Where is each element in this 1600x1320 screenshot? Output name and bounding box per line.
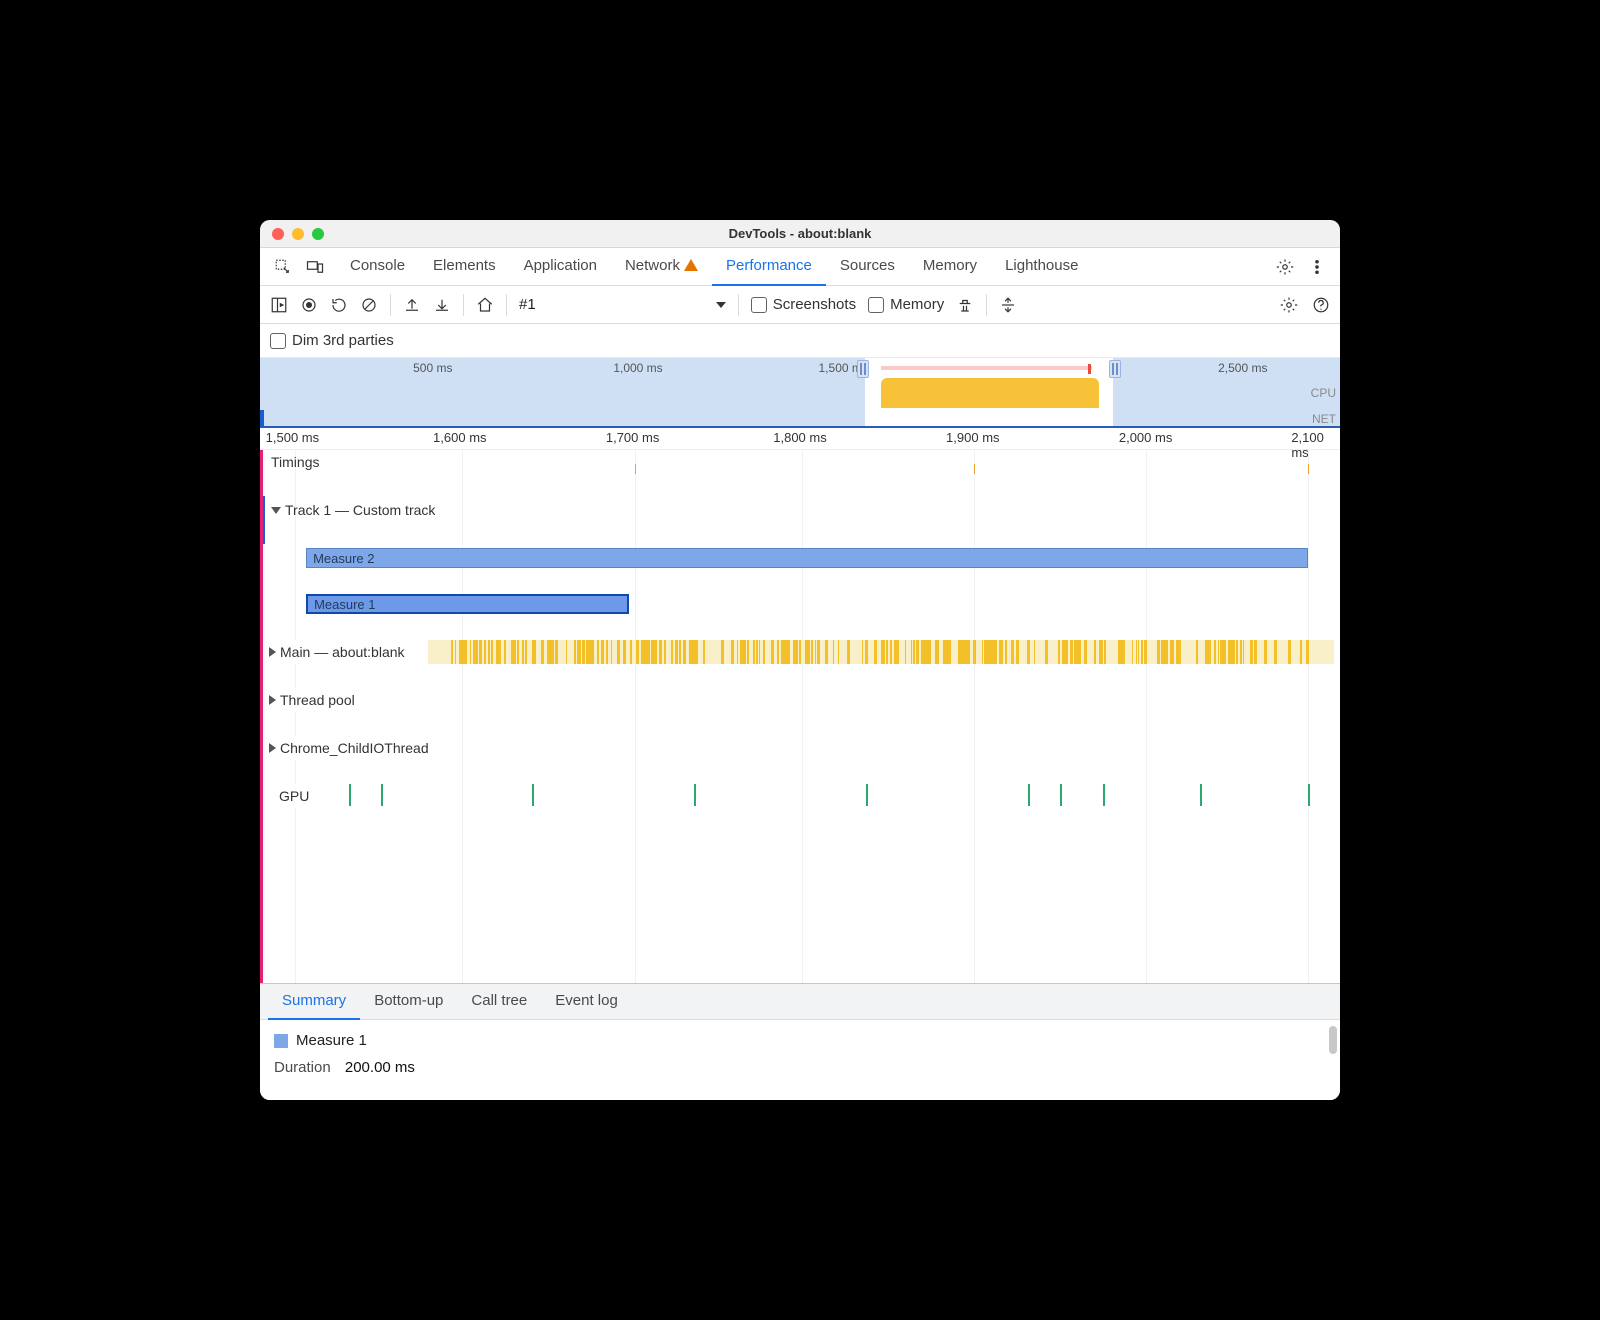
- screenshots-checkbox[interactable]: Screenshots: [751, 296, 856, 313]
- measure-bar-selected[interactable]: Measure 1: [306, 594, 629, 614]
- measure-bar[interactable]: Measure 2: [306, 548, 1308, 568]
- drawer-tab-bottom-up[interactable]: Bottom-up: [360, 984, 457, 1020]
- inspect-icon[interactable]: [274, 258, 292, 276]
- track-gpu[interactable]: GPU: [263, 784, 315, 808]
- clear-icon[interactable]: [360, 296, 378, 314]
- main-tabbar: Console Elements Application Network Per…: [260, 248, 1340, 286]
- warning-icon: [684, 259, 698, 271]
- drawer-tab-summary[interactable]: Summary: [268, 984, 360, 1020]
- filter-row: Dim 3rd parties: [260, 324, 1340, 358]
- shortcut-icon[interactable]: [999, 296, 1017, 314]
- toggle-panel-icon[interactable]: [270, 296, 288, 314]
- flamechart[interactable]: Timings Track 1 — Custom track Measure 2: [260, 450, 1340, 983]
- track-custom-header[interactable]: Track 1 — Custom track: [263, 502, 435, 518]
- record-icon[interactable]: [300, 296, 318, 314]
- garbage-collect-icon[interactable]: [956, 296, 974, 314]
- tab-lighthouse[interactable]: Lighthouse: [991, 248, 1092, 286]
- overview-tick: 1,000 ms: [613, 361, 662, 375]
- timeline-ruler[interactable]: 1,500 ms 1,600 ms 1,700 ms 1,800 ms 1,90…: [260, 428, 1340, 450]
- home-icon[interactable]: [476, 296, 494, 314]
- recording-caret-icon[interactable]: [716, 302, 726, 308]
- details-drawer: Summary Bottom-up Call tree Event log Me…: [260, 983, 1340, 1100]
- track-selection-marker: [260, 496, 265, 544]
- tab-application[interactable]: Application: [510, 248, 611, 286]
- upload-trace-icon[interactable]: [403, 296, 421, 314]
- overview-handle-right[interactable]: [1109, 360, 1121, 378]
- track-child-io[interactable]: Chrome_ChildIOThread: [263, 736, 435, 760]
- download-trace-icon[interactable]: [433, 296, 451, 314]
- overview-tick: 500 ms: [413, 361, 452, 375]
- dim-3rd-parties-checkbox[interactable]: Dim 3rd parties: [270, 332, 394, 349]
- drawer-tab-event-log[interactable]: Event log: [541, 984, 632, 1020]
- device-toolbar-icon[interactable]: [306, 258, 324, 276]
- overview-long-task-end: [1088, 364, 1091, 374]
- summary-duration: Duration 200.00 ms: [274, 1059, 1326, 1076]
- chevron-right-icon: [269, 647, 276, 657]
- overview-handle-left[interactable]: [857, 360, 869, 378]
- track-main[interactable]: Main — about:blank: [263, 640, 411, 664]
- drawer-scrollbar[interactable]: [1329, 1026, 1337, 1054]
- tab-memory[interactable]: Memory: [909, 248, 991, 286]
- track-thread-pool[interactable]: Thread pool: [263, 688, 361, 712]
- overview-tick: 2,500 ms: [1218, 361, 1267, 375]
- color-swatch: [274, 1034, 288, 1048]
- titlebar: DevTools - about:blank: [260, 220, 1340, 248]
- chevron-down-icon: [271, 507, 281, 514]
- overview-cpu-block: [881, 378, 1099, 408]
- reload-record-icon[interactable]: [330, 296, 348, 314]
- drawer-tab-call-tree[interactable]: Call tree: [457, 984, 541, 1020]
- tab-console[interactable]: Console: [336, 248, 419, 286]
- overview-strip[interactable]: 500 ms 1,000 ms 1,500 ms 2,000 ms 2,500 …: [260, 358, 1340, 428]
- chevron-right-icon: [269, 743, 276, 753]
- recording-select[interactable]: #1: [519, 296, 544, 313]
- devtools-window: DevTools - about:blank Console Elements …: [260, 220, 1340, 1100]
- drawer-tabs: Summary Bottom-up Call tree Event log: [260, 984, 1340, 1020]
- tab-elements[interactable]: Elements: [419, 248, 510, 286]
- overview-side-labels: CPU NET: [1311, 380, 1336, 432]
- window-title: DevTools - about:blank: [260, 226, 1340, 241]
- capture-settings-icon[interactable]: [1280, 296, 1298, 314]
- drawer-summary-body: Measure 1 Duration 200.00 ms: [260, 1020, 1340, 1100]
- chevron-right-icon: [269, 695, 276, 705]
- settings-gear-icon[interactable]: [1276, 258, 1294, 276]
- panel-tabs: Console Elements Application Network Per…: [336, 248, 1092, 286]
- more-menu-icon[interactable]: [1308, 258, 1326, 276]
- tab-sources[interactable]: Sources: [826, 248, 909, 286]
- tab-performance[interactable]: Performance: [712, 248, 826, 286]
- overview-marker: [260, 410, 264, 428]
- tab-network[interactable]: Network: [611, 248, 712, 286]
- help-icon[interactable]: [1312, 296, 1330, 314]
- summary-item-name: Measure 1: [274, 1032, 1326, 1049]
- track-timings[interactable]: Timings: [263, 454, 320, 470]
- performance-toolbar: #1 Screenshots Memory: [260, 286, 1340, 324]
- memory-checkbox[interactable]: Memory: [868, 296, 944, 313]
- overview-long-task-bar: [881, 366, 1092, 370]
- recording-name: #1: [519, 296, 536, 313]
- tab-network-label: Network: [625, 257, 680, 274]
